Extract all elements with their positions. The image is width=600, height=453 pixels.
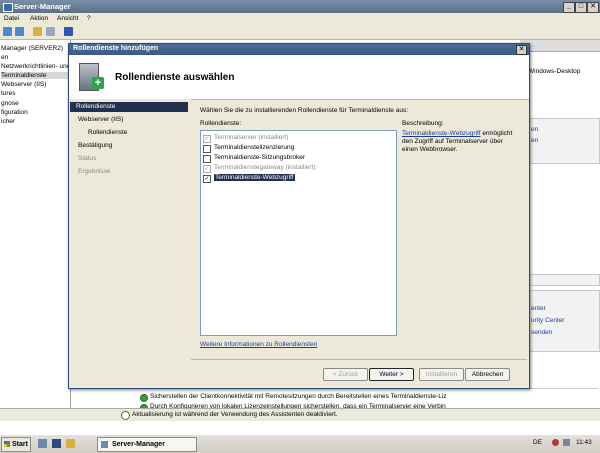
show-hide-tree-icon[interactable] xyxy=(46,27,55,36)
console-tree: Manager (SERVER2) en Netzwerkrichtlinien… xyxy=(0,40,71,420)
status-bar: Aktualisierung ist während der Verwendun… xyxy=(0,408,600,421)
server-manager-icon xyxy=(101,441,108,448)
service-label: Terminaldienste-Sitzungsbroker xyxy=(214,154,306,161)
status-text: Aktualisierung ist während der Verwendun… xyxy=(132,411,338,418)
service-label: Terminaldienste-Webzugriff xyxy=(214,174,295,181)
minimize-button[interactable]: _ xyxy=(563,2,575,13)
main-window-title: Server-Manager xyxy=(14,2,71,11)
step-rollendienste[interactable]: Rollendienste xyxy=(70,102,188,112)
add-role-services-dialog: Rollendienste hinzufügen ✕ + Rollendiens… xyxy=(68,43,530,389)
service-label: Terminalserver (installiert) xyxy=(214,134,289,141)
checkbox-gateway: ✓ xyxy=(203,165,211,173)
checkbox-web-access[interactable]: ✓ xyxy=(203,175,211,183)
list-label: Rollendienste: xyxy=(200,120,242,127)
tree-item-webserver[interactable]: Webserver (IIS) xyxy=(1,81,69,88)
right-panel-bottom: enter urity Center senden xyxy=(522,290,600,352)
description-block: Terminaldienste-Webzugriff ermöglicht de… xyxy=(402,130,520,154)
right-link-5[interactable]: senden xyxy=(531,329,552,336)
tree-item-storage[interactable]: icher xyxy=(1,118,69,125)
tree-item-diagnostics[interactable]: gnose xyxy=(1,100,69,107)
right-panel-top: en en xyxy=(522,118,600,164)
powershell-icon[interactable] xyxy=(52,439,61,448)
checkbox-session-broker[interactable] xyxy=(203,155,211,163)
right-link-4[interactable]: urity Center xyxy=(531,317,565,324)
wizard-steps: Rollendienste Webserver (IIS) Rollendien… xyxy=(69,99,191,388)
checkbox-terminalserver: ✓ xyxy=(203,135,211,143)
right-pane: Windows-Desktop en en enter urity Center… xyxy=(520,40,600,420)
menu-bar: Datei Aktion Ansicht ? xyxy=(0,13,600,25)
language-indicator[interactable]: DE xyxy=(533,439,542,446)
footer-separator xyxy=(191,359,527,360)
instruction-text: Wählen Sie die zu installierenden Rollen… xyxy=(200,107,408,114)
tree-item-configuration[interactable]: figuration xyxy=(1,109,69,116)
explorer-icon[interactable] xyxy=(66,439,75,448)
dialog-close-button[interactable]: ✕ xyxy=(516,45,527,55)
service-label: Terminaldienstegateway (installiert) xyxy=(214,164,316,171)
role-services-list: ✓ Terminalserver (installiert) Terminald… xyxy=(200,130,397,336)
back-arrow-icon[interactable] xyxy=(3,27,12,36)
start-label: Start xyxy=(12,441,28,448)
dialog-title-bar: Rollendienste hinzufügen ✕ xyxy=(69,44,529,55)
dialog-heading: Rollendienste auswählen xyxy=(115,72,235,83)
server-manager-quicklaunch-icon[interactable] xyxy=(38,439,47,448)
right-link-3[interactable]: enter xyxy=(531,305,546,312)
tray-network-icon[interactable] xyxy=(563,439,570,446)
tree-item-roles[interactable]: en xyxy=(1,54,69,61)
back-button[interactable]: < Zurück xyxy=(323,368,368,381)
windows-logo-icon xyxy=(4,441,10,447)
install-button[interactable]: Installieren xyxy=(419,368,464,381)
more-info-link[interactable]: Weitere Informationen zu Rollendiensten xyxy=(200,341,317,348)
app-icon xyxy=(3,3,13,12)
right-pane-title: Windows-Desktop xyxy=(528,68,581,75)
menu-ansicht[interactable]: Ansicht xyxy=(57,15,78,22)
taskbar: Start Server-Manager DE 11:43 xyxy=(0,434,600,453)
tree-item-features[interactable]: tures xyxy=(1,90,69,97)
tray-alert-icon[interactable] xyxy=(552,439,559,446)
maximize-button[interactable]: □ xyxy=(575,2,587,13)
detail-line-1: Sicherstellen der Clientkonnektivität mi… xyxy=(150,393,447,400)
cancel-button[interactable]: Abbrechen xyxy=(465,368,510,381)
right-link-2[interactable]: en xyxy=(531,137,538,144)
ok-status-icon xyxy=(140,394,148,402)
dialog-header: + Rollendienste auswählen xyxy=(69,55,529,100)
checkbox-licensing[interactable] xyxy=(203,145,211,153)
right-link-1[interactable]: en xyxy=(531,126,538,133)
right-pane-header xyxy=(520,40,600,52)
help-icon[interactable] xyxy=(64,27,73,36)
step-status: Status xyxy=(78,155,97,162)
taskbar-task-label: Server-Manager xyxy=(112,441,165,448)
menu-aktion[interactable]: Aktion xyxy=(30,15,48,22)
up-folder-icon[interactable] xyxy=(33,27,42,36)
next-button[interactable]: Weiter > xyxy=(369,368,414,381)
step-webserver-rollendienste[interactable]: Rollendienste xyxy=(88,129,127,136)
step-bestaetigung[interactable]: Bestätigung xyxy=(78,142,112,149)
forward-arrow-icon[interactable] xyxy=(15,27,24,36)
tree-item-server[interactable]: Manager (SERVER2) xyxy=(1,45,69,52)
right-panel-divider xyxy=(522,274,600,286)
dialog-title: Rollendienste hinzufügen xyxy=(73,45,159,52)
step-ergebnisse: Ergebnisse xyxy=(78,168,111,175)
taskbar-server-manager[interactable]: Server-Manager xyxy=(97,437,197,452)
main-title-bar: Server-Manager _ □ ✕ xyxy=(0,0,600,13)
step-webserver[interactable]: Webserver (IIS) xyxy=(78,116,123,123)
role-services-icon: + xyxy=(77,61,105,93)
clock[interactable]: 11:43 xyxy=(576,439,592,446)
tree-item-network-policy[interactable]: Netzwerkrichtlinien- und xyxy=(1,63,69,70)
menu-help[interactable]: ? xyxy=(87,15,91,22)
tree-item-terminal-services[interactable]: Terminaldienste xyxy=(1,72,69,79)
service-label: Terminaldienstelizenzierung xyxy=(214,144,295,151)
menu-datei[interactable]: Datei xyxy=(4,15,19,22)
refresh-icon xyxy=(121,411,130,420)
wizard-content: Wählen Sie die zu installierenden Rollen… xyxy=(191,99,529,388)
close-button[interactable]: ✕ xyxy=(587,2,599,13)
description-link[interactable]: Terminaldienste-Webzugriff xyxy=(402,130,481,137)
start-button[interactable]: Start xyxy=(1,437,31,452)
toolbar xyxy=(0,25,600,40)
description-label: Beschreibung: xyxy=(402,120,444,127)
